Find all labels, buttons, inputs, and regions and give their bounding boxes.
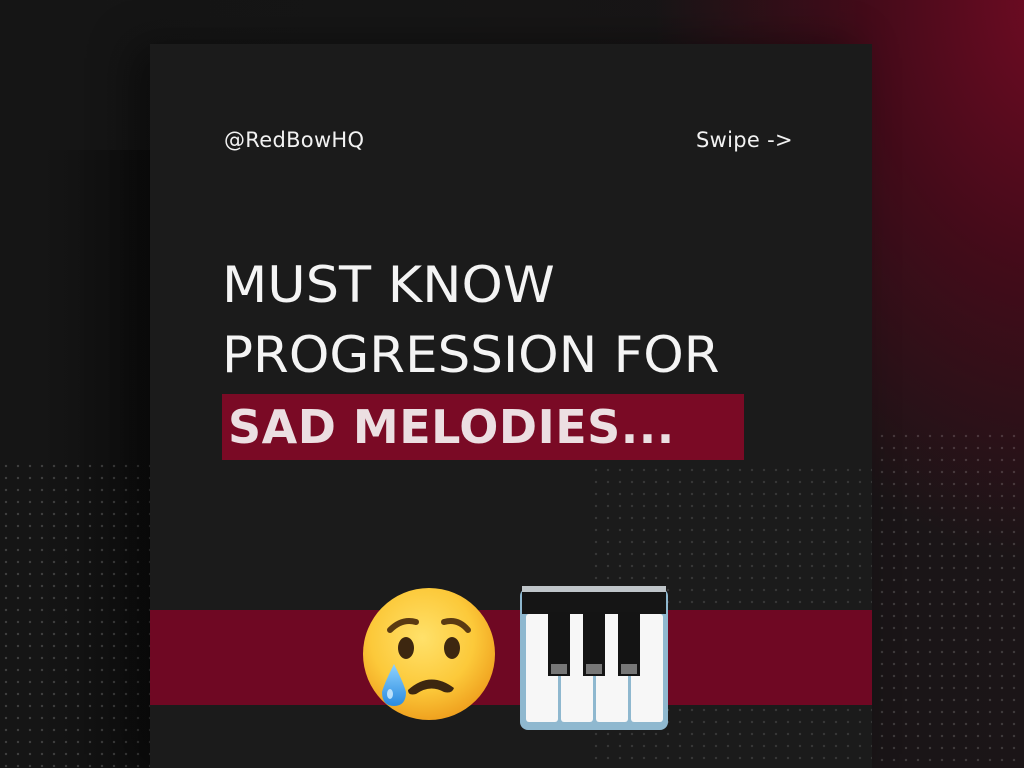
crying-face-icon [363,588,495,720]
swipe-hint[interactable]: Swipe -> [696,128,793,152]
headline-line-3: SAD MELODIES... [228,400,675,454]
right-dot-pattern [864,430,1024,768]
piano-keys-icon [520,586,668,730]
accent-band [150,610,872,705]
headline-line-2: PROGRESSION FOR [222,326,720,384]
slide-canvas: @RedBowHQ Swipe -> MUST KNOW PROGRESSION… [0,0,1024,768]
left-dot-pattern [0,460,150,768]
headline-line-1: MUST KNOW [222,256,555,314]
account-handle: @RedBowHQ [224,128,365,152]
